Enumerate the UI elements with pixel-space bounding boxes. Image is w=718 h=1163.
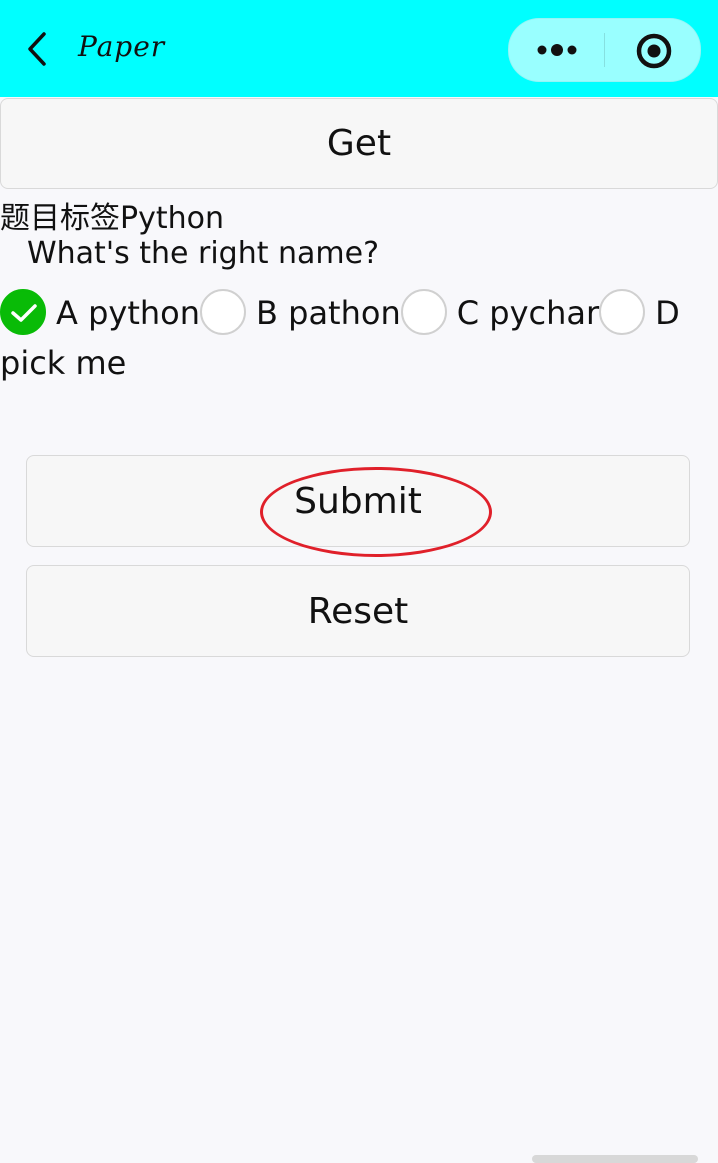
question-text: What's the right name? [27,236,380,271]
navigation-bar: Paper [0,0,718,97]
radio-unchecked[interactable] [400,289,447,335]
radio-checked[interactable] [0,289,46,335]
checkmark-icon [11,304,37,322]
option-label: A python [56,294,200,332]
radio-unchecked[interactable] [200,289,246,335]
back-button[interactable] [18,30,58,70]
submit-button[interactable]: Submit [26,455,690,547]
radio-group: A python B pathon C pychar D pick me [0,288,690,388]
more-dots-icon [537,44,577,56]
more-button[interactable] [509,19,604,81]
home-indicator [532,1155,698,1163]
option-label: C pychar [456,294,600,332]
option-c[interactable]: C pychar [400,289,600,335]
get-button[interactable]: Get [0,98,718,189]
question-tag: 题目标签Python [0,201,224,236]
chevron-left-icon [28,32,46,66]
option-a[interactable]: A python [0,289,200,335]
option-b[interactable]: B pathon [200,289,401,335]
capsule-menu [508,18,701,82]
reset-button[interactable]: Reset [26,565,690,657]
option-label: B pathon [256,294,401,332]
close-button[interactable] [605,19,700,81]
radio-unchecked[interactable] [599,289,646,335]
target-circle-icon [636,33,672,69]
page-title: Paper [78,30,166,63]
